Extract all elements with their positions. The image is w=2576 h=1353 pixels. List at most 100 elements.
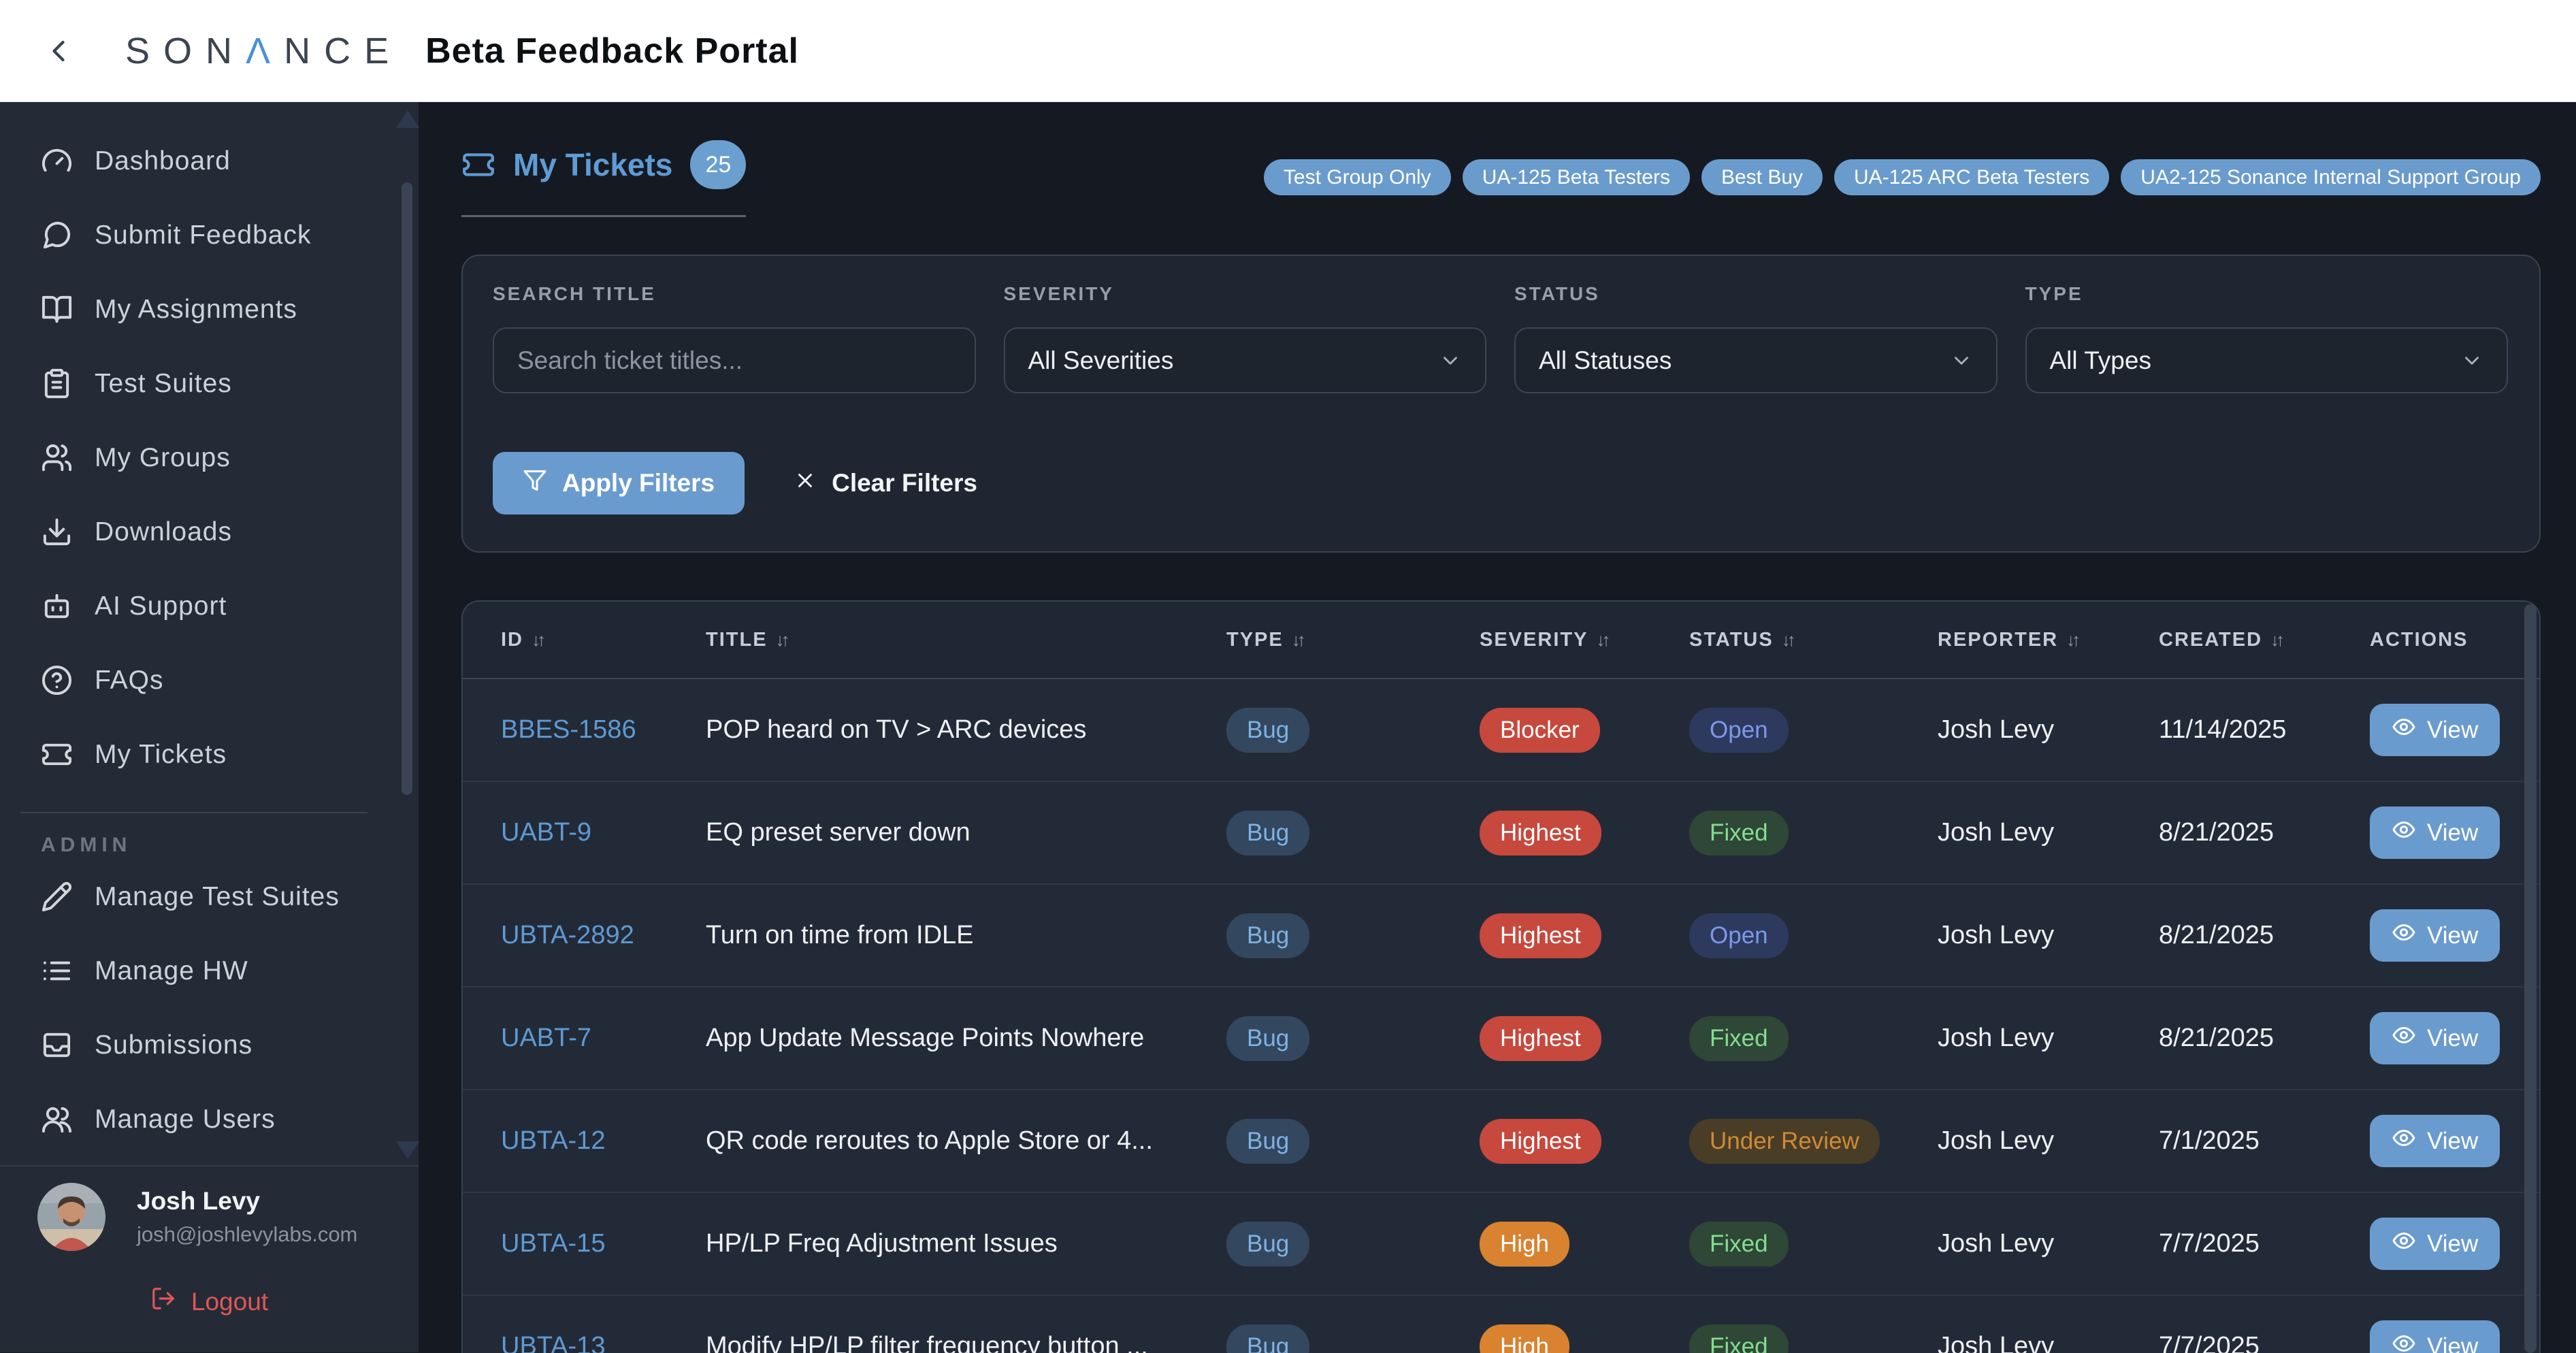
chevron-down-icon [1439,349,1462,372]
search-input[interactable] [493,327,976,393]
column-header-type[interactable]: TYPE↓↑ [1226,629,1480,651]
eye-icon [2392,1023,2416,1054]
sidebar-item-my-assignments[interactable]: My Assignments [0,272,419,346]
ticket-row: BBES-1586POP heard on TV > ARC devicesBu… [463,679,2539,782]
sidebar-item-dashboard[interactable]: Dashboard [0,124,419,198]
reporter-cell: Josh Levy [1938,1332,2159,1353]
logout-label: Logout [191,1288,268,1316]
table-body: BBES-1586POP heard on TV > ARC devicesBu… [463,679,2539,1353]
type-badge: Bug [1226,708,1309,753]
sidebar: DashboardSubmit Feedback My Assignments Te… [0,102,419,1352]
sidebar-item-test-suites[interactable]: Test Suites [0,346,419,421]
top-header: SONΛNCE Beta Feedback Portal [0,0,2576,102]
chevron-left-icon [41,61,76,71]
back-button[interactable] [41,33,76,69]
sidebar-item-my-tickets[interactable]: My Tickets [0,717,419,792]
app-title: Beta Feedback Portal [425,31,799,71]
sidebar-item-manage-test-suites[interactable]: Manage Test Suites [0,860,419,934]
scroll-up-arrow[interactable] [396,110,419,128]
sidebar-divider [20,812,368,813]
admin-section-label: ADMIN [41,834,419,857]
users-icon [41,442,73,474]
ticket-id-link[interactable]: UBTA-12 [501,1126,605,1155]
view-button[interactable]: View [2370,1115,2500,1167]
sidebar-item-downloads[interactable]: Downloads [0,495,419,569]
apply-filters-button[interactable]: Apply Filters [493,452,745,515]
filters-panel: SEARCH TITLE SEVERITY All Severities STA… [461,255,2541,553]
created-cell: 7/7/2025 [2159,1332,2370,1353]
status-badge: Open [1689,913,1789,958]
column-header-id[interactable]: ID↓↑ [501,629,706,651]
ticket-id-link[interactable]: UABT-7 [501,1024,591,1052]
view-button[interactable]: View [2370,1012,2500,1064]
close-icon [794,469,817,498]
sidebar-item-submissions[interactable]: Submissions [0,1008,419,1082]
sidebar-item-manage-users[interactable]: Manage Users [0,1082,419,1156]
column-header-reporter[interactable]: REPORTER↓↑ [1938,629,2159,651]
scroll-down-arrow[interactable] [396,1141,419,1159]
ticket-count-badge: 25 [690,140,746,189]
ticket-id-link[interactable]: UBTA-13 [501,1332,605,1353]
sidebar-item-label: My Assignments [95,295,297,325]
ticket-title: Turn on time from IDLE [706,921,1226,950]
severity-badge: Highest [1480,811,1601,855]
severity-badge: Blocker [1480,708,1600,753]
sort-icon: ↓↑ [532,630,542,651]
type-select[interactable]: All Types [2025,327,2509,393]
avatar [37,1183,105,1251]
sidebar-nav-main: DashboardSubmit Feedback My Assignments Te… [0,102,419,792]
view-button[interactable]: View [2370,806,2500,859]
bot-icon [41,590,73,622]
sidebar-item-manage-hw[interactable]: Manage HW [0,934,419,1008]
sidebar-item-label: Manage Users [95,1105,276,1135]
profile-name: Josh Levy [137,1187,357,1216]
table-scrollbar[interactable] [2524,604,2537,1353]
sidebar-item-faqs[interactable]: FAQs [0,643,419,717]
column-header-created[interactable]: CREATED↓↑ [2159,629,2370,651]
logout-button[interactable]: Logout [0,1285,419,1318]
eye-icon [2392,1228,2416,1259]
reporter-cell: Josh Levy [1938,715,2159,745]
ticket-row: UBTA-2892Turn on time from IDLEBugHighes… [463,885,2539,988]
eye-icon [2392,920,2416,951]
severity-select[interactable]: All Severities [1004,327,1487,393]
type-select-value: All Types [2050,346,2151,375]
sidebar-scrollbar-thumb[interactable] [402,182,412,795]
ticket-icon [41,738,73,770]
view-button[interactable]: View [2370,1218,2500,1270]
severity-select-value: All Severities [1028,346,1174,375]
column-header-status[interactable]: STATUS↓↑ [1689,629,1938,651]
status-select[interactable]: All Statuses [1514,327,1998,393]
column-header-severity[interactable]: SEVERITY↓↑ [1480,629,1689,651]
chevron-down-icon [1950,349,1973,372]
created-cell: 11/14/2025 [2159,715,2370,745]
sidebar-item-submit-feedback[interactable]: Submit Feedback [0,198,419,272]
column-header-title[interactable]: TITLE↓↑ [706,629,1226,651]
ticket-id-link[interactable]: BBES-1586 [501,715,636,744]
download-icon [41,516,73,548]
sidebar-item-ai-support[interactable]: AI Support [0,569,419,643]
sidebar-item-label: Downloads [95,517,232,547]
ticket-id-link[interactable]: UBTA-15 [501,1229,605,1258]
reporter-cell: Josh Levy [1938,818,2159,847]
view-button[interactable]: View [2370,704,2500,756]
eye-icon [2392,1126,2416,1156]
ticket-id-link[interactable]: UABT-9 [501,818,591,847]
view-button[interactable]: View [2370,909,2500,962]
created-cell: 7/1/2025 [2159,1126,2370,1156]
group-tag: UA-125 ARC Beta Testers [1834,159,2109,195]
ticket-id-link[interactable]: UBTA-2892 [501,921,634,949]
type-label: TYPE [2025,283,2509,305]
severity-label: SEVERITY [1004,283,1487,305]
page-heading: My Tickets 25 [461,140,746,217]
sidebar-item-my-groups[interactable]: My Groups [0,421,419,495]
help-circle-icon [41,664,73,696]
filter-funnel-icon [523,468,547,499]
clear-filters-button[interactable]: Clear Filters [789,468,981,499]
status-badge: Fixed [1689,1016,1789,1061]
view-button[interactable]: View [2370,1320,2500,1353]
eye-icon [2392,817,2416,848]
type-badge: Bug [1226,1119,1309,1164]
status-select-value: All Statuses [1539,346,1672,375]
type-badge: Bug [1226,1324,1309,1353]
